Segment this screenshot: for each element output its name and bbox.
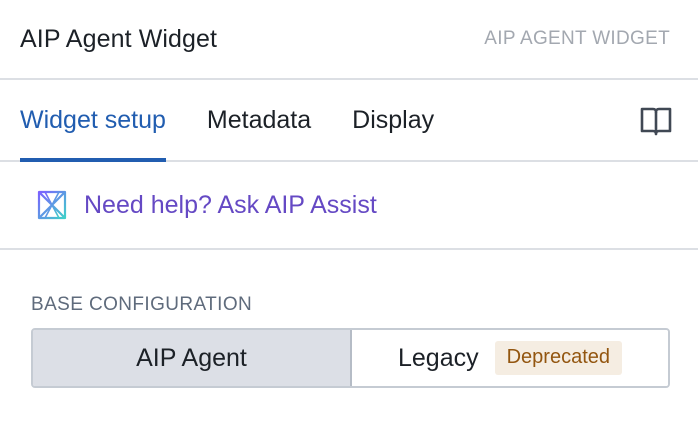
deprecated-tag: Deprecated bbox=[494, 341, 623, 375]
tab-display[interactable]: Display bbox=[352, 80, 434, 160]
tab-bar: Widget setup Metadata Display bbox=[0, 80, 698, 162]
ask-aip-assist-text: Need help? Ask AIP Assist bbox=[84, 190, 377, 219]
widget-title: AIP Agent Widget bbox=[20, 24, 218, 53]
widget-config-panel: AIP Agent Widget AIP AGENT WIDGET Widget… bbox=[0, 0, 698, 432]
ask-aip-assist-link[interactable]: Need help? Ask AIP Assist bbox=[0, 162, 698, 250]
panel-header: AIP Agent Widget AIP AGENT WIDGET bbox=[0, 0, 698, 80]
option-aip-agent[interactable]: AIP Agent bbox=[33, 330, 352, 386]
tab-widget-setup[interactable]: Widget setup bbox=[20, 80, 166, 162]
option-legacy[interactable]: Legacy Deprecated bbox=[352, 330, 668, 386]
option-aip-agent-label: AIP Agent bbox=[136, 343, 247, 372]
base-configuration-toggle: AIP Agent Legacy Deprecated bbox=[31, 328, 670, 388]
widget-type-label: AIP AGENT WIDGET bbox=[484, 28, 670, 49]
base-configuration-label: BASE CONFIGURATION bbox=[31, 294, 253, 315]
book-open-icon bbox=[640, 107, 672, 136]
base-configuration-section: BASE CONFIGURATION AIP Agent Legacy Depr… bbox=[0, 250, 698, 388]
documentation-button[interactable] bbox=[638, 80, 674, 160]
tab-metadata[interactable]: Metadata bbox=[207, 80, 311, 160]
option-legacy-label: Legacy bbox=[397, 343, 479, 372]
aip-assist-icon bbox=[36, 189, 68, 221]
